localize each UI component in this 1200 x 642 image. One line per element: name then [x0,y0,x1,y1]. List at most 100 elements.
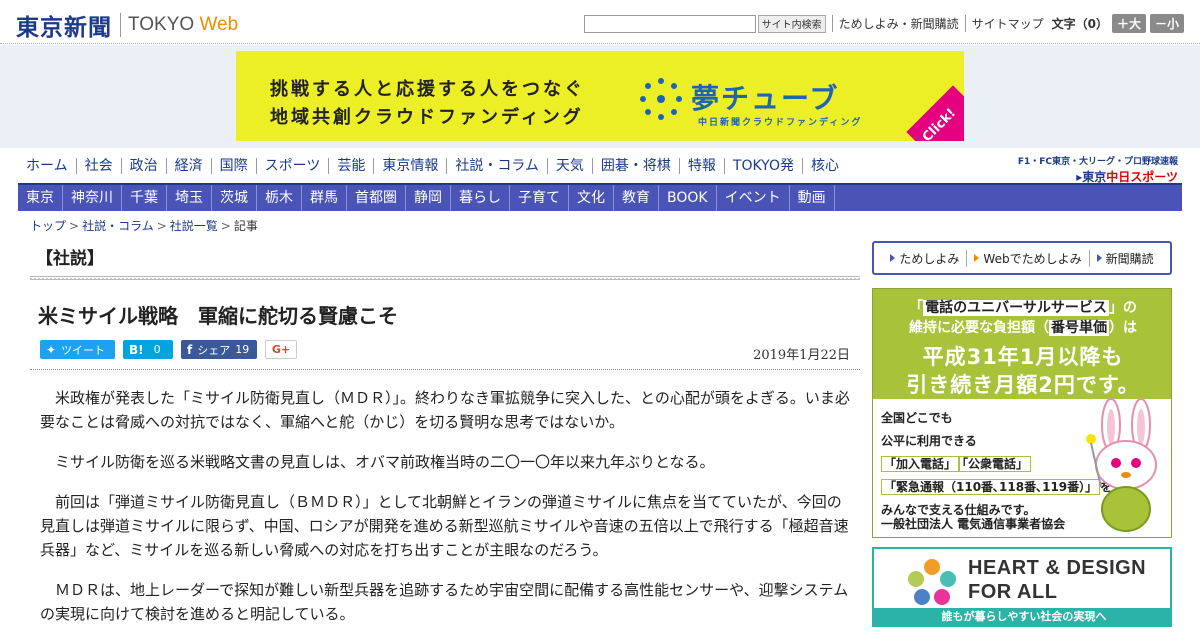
ad-line-2: 維持に必要な負担額（ 番号単価 ）は [909,320,1137,336]
site-logo[interactable]: 東京新聞 TOKYO Web [16,8,238,42]
article-paragraph: 前回は「弾道ミサイル防衛見直し（ＢＭＤＲ）」として北朝鮮とイランの弾道ミサイルに… [40,493,849,559]
trial-subscribe-link[interactable]: ためしよみ・新聞購読 [831,15,959,32]
subnav-metropolitan[interactable]: 首都圏 [347,185,406,211]
subnav-events[interactable]: イベント [717,185,790,211]
heart-design-flower-icon [908,559,956,605]
subnav-culture[interactable]: 文化 [569,185,614,211]
nav-tokyo-hatsu[interactable]: TOKYO発 [723,158,802,174]
subnav-tochigi[interactable]: 栃木 [257,185,302,211]
ad2-title-2: FOR ALL [968,581,1058,603]
subnav-parenting[interactable]: 子育て [510,185,569,211]
nav-go-shogi[interactable]: 囲碁・将棋 [591,158,679,174]
logo-divider [120,13,121,37]
article-headline: 米ミサイル戦略 軍縮に舵切る賢慮こそ [38,304,398,328]
subnav-living[interactable]: 暮らし [451,185,510,211]
nav-sports[interactable]: スポーツ [255,158,329,174]
subnav-ibaraki[interactable]: 茨城 [212,185,257,211]
site-header: 東京新聞 TOKYO Web サイト内検索 ためしよみ・新聞購読 サイトマップ … [0,0,1200,44]
site-search-button[interactable]: サイト内検索 [757,14,826,33]
nav-editorial-column[interactable]: 社説・コラム [446,158,547,174]
nav-international[interactable]: 国際 [210,158,256,174]
subnav-chiba[interactable]: 千葉 [122,185,167,211]
banner-line-2: 地域共創クラウドファンディング [270,107,584,128]
facebook-count: 19 [235,343,250,356]
subnav-kanagawa[interactable]: 神奈川 [63,185,122,211]
logo-english: TOKYO Web [128,14,239,35]
breadcrumb-editorial-list[interactable]: 社説一覧 [170,219,218,233]
header-rule [30,369,860,370]
ad-headline-2: 引き続き月額2円です。 [906,373,1140,397]
breadcrumb-top[interactable]: トップ [30,219,66,233]
logo-japanese: 東京新聞 [16,14,112,41]
dream-tube-dots-icon [640,78,682,120]
arrow-right-icon [974,254,980,262]
sidebar-trial-link[interactable]: ためしよみ [883,250,966,267]
nav-core[interactable]: 核心 [801,158,847,174]
hatena-count: 0 [153,343,161,356]
sidebar-web-trial-link[interactable]: Webでためしよみ [966,249,1088,267]
chunichi-sports-link[interactable]: F1・FC東京・大リーグ・プロ野球速報 ▸東京中日スポーツ [1018,154,1178,185]
section-rule [30,276,860,280]
section-label: 【社説】 [36,249,104,269]
site-search-input[interactable] [583,14,756,33]
font-larger-button[interactable]: ＋大 [1111,14,1146,33]
heart-design-ad[interactable]: HEART & DESIGN FOR ALL 誰もが暮らしやすい社会の実現へ [872,547,1172,627]
subnav-tokyo[interactable]: 東京 [18,185,63,211]
ad-line-1: 「電話のユニバーサルサービス 」の [909,300,1137,316]
hatena-b-icon: B! [129,342,144,357]
banner-line-1: 挑戦する人と応援する人をつなぐ [270,79,585,100]
arrow-right-icon [1096,254,1102,262]
font-smaller-button[interactable]: －小 [1149,14,1184,33]
sitemap-link[interactable]: サイトマップ [964,15,1044,32]
hatena-bookmark-button[interactable]: B! 0 [123,340,173,359]
subnav-gunma[interactable]: 群馬 [302,185,347,211]
article-body: 米政権が発表した「ミサイル防衛見直し（ＭＤＲ）」。終わりなき軍拡競争に突入した、… [40,386,852,642]
rabbit-mascot-icon [1086,398,1157,532]
subnav-shizuoka[interactable]: 静岡 [406,185,451,211]
article-paragraph: 米政権が発表した「ミサイル防衛見直し（ＭＤＲ）」。終わりなき軍拡競争に突入した、… [40,389,850,431]
nav-economy[interactable]: 経済 [165,158,211,174]
breadcrumb-current: 記事 [233,219,258,233]
chunichi-tagline: F1・FC東京・大リーグ・プロ野球速報 [1017,157,1178,167]
ad-sponsor: 一般社団法人 電気通信事業者協会 [881,517,1066,531]
subnav-saitama[interactable]: 埼玉 [167,185,212,211]
utility-bar: サイト内検索 ためしよみ・新聞購読 サイトマップ 文字（0） ＋大 －小 [583,14,1184,33]
nav-tokyo-info[interactable]: 東京情報 [373,158,446,174]
subnav-education[interactable]: 教育 [614,185,659,211]
banner-area: 挑戦する人と応援する人をつなぐ 地域共創クラウドファンディング 夢チューブ 中日… [0,45,1200,148]
crowdfunding-banner[interactable]: 挑戦する人と応援する人をつなぐ 地域共創クラウドファンディング 夢チューブ 中日… [236,51,964,141]
sidebar-subscribe-links: ためしよみ Webでためしよみ 新聞購読 [872,241,1172,275]
subnav-book[interactable]: BOOK [659,185,717,211]
breadcrumb-editorial-column[interactable]: 社説・コラム [82,219,154,233]
article-main: 【社説】 米ミサイル戦略 軍縮に舵切る賢慮こそ ✦ ツイート B! 0 f シェア 19… [30,238,860,623]
share-bar: ✦ ツイート B! 0 f シェア 19 G+ [40,340,305,359]
ad-headline-1: 平成31年1月以降も [922,345,1124,369]
facebook-share-button[interactable]: f シェア 19 [181,340,257,359]
universal-service-ad[interactable]: 「電話のユニバーサルサービス 」の 維持に必要な負担額（ 番号単価 ）は 平成31年1… [872,288,1172,538]
ad2-tagline: 誰もが暮らしやすい社会の実現へ [874,608,1170,625]
breadcrumb: トップ > 社説・コラム > 社説一覧 > 記事 [30,219,258,233]
nav-society[interactable]: 社会 [75,158,121,174]
subnav-video[interactable]: 動画 [790,185,835,211]
twitter-bird-icon: ✦ [46,342,57,357]
nav-entertainment[interactable]: 芸能 [328,158,373,174]
article-paragraph: ＭＤＲは、地上レーダーで探知が難しい新型兵器を追跡するため宇宙空間に配備する高性… [40,581,849,623]
article-date: 2019年1月22日 [753,348,850,363]
sidebar-subscribe-link[interactable]: 新聞購読 [1088,249,1161,267]
ad-body: 全国どこでも 公平に利用できる 「加入電話」 「公衆電話」 「緊急通報（110番､… [881,411,1113,517]
banner-brand: 夢チューブ [691,82,840,115]
ad2-title-1: HEART & DESIGN [968,557,1147,579]
article-paragraph: ミサイル防衛を巡る米戦略文書の見直しは、オバマ前政権当時の二〇一〇年以来九年ぶり… [55,453,715,471]
google-plus-button[interactable]: G+ [265,340,297,359]
banner-subtitle: 中日新聞クラウドファンディング [698,118,863,128]
facebook-f-icon: f [187,342,193,357]
tweet-button[interactable]: ✦ ツイート [40,340,115,359]
nav-politics[interactable]: 政治 [120,158,166,174]
font-size-label: 文字（0） [1051,17,1108,31]
nav-special-report[interactable]: 特報 [678,158,724,174]
nav-home[interactable]: ホーム [18,158,76,174]
sub-nav: 東京 神奈川 千葉 埼玉 茨城 栃木 群馬 首都圏 静岡 暮らし 子育て 文化 … [18,185,1182,211]
nav-weather[interactable]: 天気 [546,158,592,174]
main-nav: ホーム 社会 政治 経済 国際 スポーツ 芸能 東京情報 社説・コラム 天気 囲… [18,158,847,174]
arrow-right-icon [890,254,896,262]
